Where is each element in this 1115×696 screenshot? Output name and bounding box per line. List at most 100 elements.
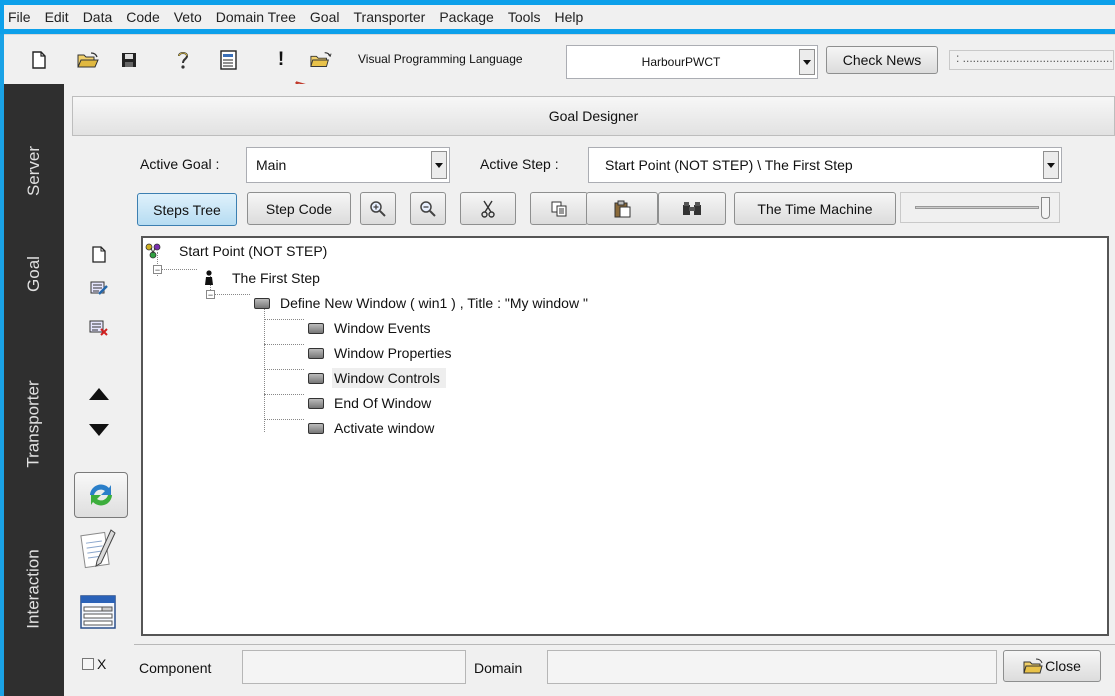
find-icon [683,201,701,215]
zoom-in-button[interactable] [360,192,396,225]
x-checkbox[interactable] [82,658,94,670]
chevron-down-icon[interactable] [799,49,815,75]
notes-icon[interactable] [76,526,122,574]
tree-item-end-of-window[interactable]: End Of Window [308,392,431,414]
menu-edit[interactable]: Edit [39,9,77,25]
menu-help[interactable]: Help [549,9,592,25]
component-field[interactable] [242,650,466,684]
steps-tree[interactable]: − − Start Point (NOT STEP) The First Ste… [141,236,1109,636]
time-machine-button[interactable]: The Time Machine [734,192,896,225]
paste-button[interactable] [586,192,658,225]
open-folder-arrow-icon[interactable] [310,48,332,72]
active-goal-label: Active Goal : [140,156,220,172]
active-step-value: Start Point (NOT STEP) \ The First Step [605,157,853,173]
tab-goal[interactable]: Goal [4,222,64,326]
menu-bar: File Edit Data Code Veto Domain Tree Goa… [4,5,1115,29]
zoom-out-icon [420,200,436,217]
tree-item-label: End Of Window [334,395,432,411]
menu-package[interactable]: Package [433,9,501,25]
copy-button[interactable] [530,192,588,225]
tab-server-label: Server [23,145,43,197]
active-goal-select[interactable]: Main [246,147,450,183]
tab-interaction-label: Interaction [24,549,44,629]
active-step-select[interactable]: Start Point (NOT STEP) \ The First Step [588,147,1062,183]
vpl-select[interactable]: HarbourPWCT [566,45,818,79]
tree-item-window-properties[interactable]: Window Properties [308,342,452,364]
person-icon [205,270,213,285]
open-folder-icon[interactable] [77,48,99,72]
slider-thumb[interactable] [1041,197,1050,219]
chevron-down-icon[interactable] [1043,151,1059,179]
menu-veto[interactable]: Veto [168,9,210,25]
exclamation-icon[interactable]: ! [270,48,292,72]
tree-item-window-controls[interactable]: Window Controls [308,367,446,389]
goal-designer-title: Goal Designer [72,96,1115,136]
menu-tools[interactable]: Tools [502,9,549,25]
start-point-icon [145,243,161,259]
collapse-toggle[interactable]: − [153,265,162,275]
check-news-button[interactable]: Check News [826,46,938,74]
new-step-icon[interactable] [84,242,114,266]
refresh-button[interactable] [74,472,128,518]
document-icon[interactable] [218,48,240,72]
menu-bar-frame: File Edit Data Code Veto Domain Tree Goa… [0,0,1115,34]
help-icon[interactable] [172,48,194,72]
tree-line [264,344,304,345]
window-icon [254,297,270,309]
steps-tree-button[interactable]: Steps Tree [137,193,237,226]
tree-window-label: Define New Window ( win1 ) , Title : "My… [280,295,588,311]
close-button-label: Close [1045,658,1081,674]
tab-server[interactable]: Server [4,112,64,230]
menu-data[interactable]: Data [77,9,121,25]
new-file-icon[interactable] [28,48,50,72]
menu-domain-tree[interactable]: Domain Tree [210,9,304,25]
tab-interaction[interactable]: Interaction [4,524,64,654]
time-slider[interactable] [900,192,1060,223]
tree-line [214,294,250,295]
active-step-label: Active Step : [480,156,559,172]
menu-transporter[interactable]: Transporter [348,9,434,25]
close-button[interactable]: Close [1003,650,1101,682]
domain-field[interactable] [547,650,997,684]
tree-root[interactable]: Start Point (NOT STEP) [145,240,327,262]
tree-item-label: Window Events [334,320,431,336]
tab-goal-label: Goal [23,256,43,292]
delete-step-icon[interactable] [84,316,114,340]
tree-step-label: The First Step [232,270,320,286]
zoom-out-button[interactable] [410,192,446,225]
folder-icon [1023,658,1043,674]
menu-code[interactable]: Code [120,9,167,25]
step-code-button[interactable]: Step Code [247,192,351,225]
toolbar: ! Visual Programming Language HarbourPWC… [4,34,1115,84]
chevron-down-icon[interactable] [431,151,447,179]
tree-line [264,369,304,370]
move-down-icon[interactable] [84,418,114,442]
copy-icon [551,201,567,216]
collapse-toggle[interactable]: − [206,290,215,300]
find-button[interactable] [658,192,726,225]
window-icon [308,322,324,334]
side-tab-bar: Server Goal Transporter Interaction [4,84,64,696]
move-up-icon[interactable] [84,382,114,406]
edit-step-icon[interactable] [84,276,114,300]
save-icon[interactable] [118,48,140,72]
tree-window[interactable]: Define New Window ( win1 ) , Title : "My… [254,292,588,314]
tree-item-activate-window[interactable]: Activate window [308,417,434,439]
menu-goal[interactable]: Goal [304,9,348,25]
tree-root-label: Start Point (NOT STEP) [179,243,328,259]
window-form-icon[interactable] [78,592,118,632]
tree-step[interactable]: The First Step [204,267,320,289]
refresh-icon [90,484,112,506]
tree-item-window-events[interactable]: Window Events [308,317,430,339]
cut-button[interactable] [460,192,516,225]
tab-transporter[interactable]: Transporter [4,354,64,494]
window-icon [308,397,324,409]
tree-line [264,319,304,320]
zoom-in-icon [370,200,386,217]
tree-item-label: Window Properties [334,345,452,361]
vpl-select-value: HarbourPWCT [641,55,721,69]
menu-file[interactable]: File [4,9,39,25]
active-goal-value: Main [256,157,287,173]
x-checkbox-label: X [97,656,107,672]
tree-line [161,269,197,270]
